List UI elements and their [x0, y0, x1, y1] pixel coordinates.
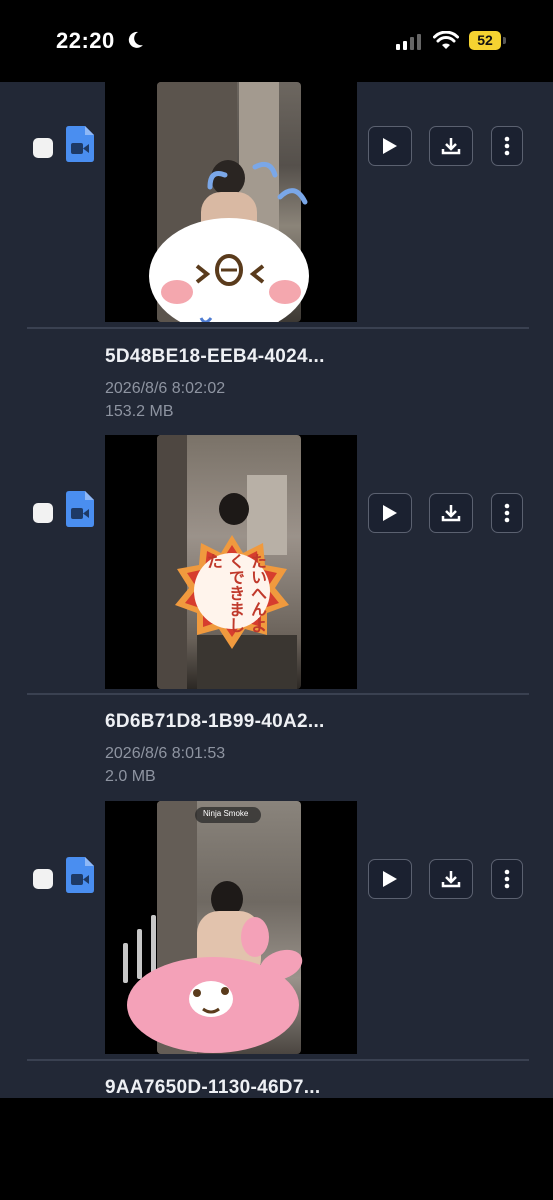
sticker-text: たいへんよくできました — [204, 553, 267, 633]
file-name: 5D48BE18-EEB4-4024... — [105, 346, 325, 367]
download-icon — [441, 138, 461, 155]
download-button[interactable] — [429, 126, 473, 166]
bottom-area — [0, 1098, 553, 1200]
video-thumbnail[interactable]: Ninja Smoke — [105, 801, 357, 1054]
more-options-button[interactable] — [491, 859, 523, 899]
select-checkbox[interactable] — [33, 138, 53, 158]
video-file-icon — [66, 491, 94, 527]
file-name: 9AA7650D-1130-46D7... — [105, 1077, 321, 1098]
pink-rabbit-sticker-icon — [123, 915, 303, 1053]
download-icon — [441, 505, 461, 522]
file-row — [0, 82, 553, 322]
video-file-icon — [66, 126, 94, 162]
file-name: 6D6B71D8-1B99-40A2... — [105, 711, 325, 732]
status-time: 22:20 — [56, 28, 115, 53]
battery-indicator: 52 — [469, 31, 501, 50]
download-button[interactable] — [429, 493, 473, 533]
blue-swirl-decoration-icon — [207, 161, 308, 205]
select-checkbox[interactable] — [33, 869, 53, 889]
file-date: 2026/8/6 8:01:53 — [105, 745, 226, 762]
row-divider — [27, 327, 529, 329]
more-options-button[interactable] — [491, 493, 523, 533]
select-checkbox[interactable] — [33, 503, 53, 523]
more-vertical-icon — [504, 869, 510, 889]
play-icon — [383, 138, 397, 154]
file-list[interactable]: 5D48BE18-EEB4-4024... 2026/8/6 8:02:02 1… — [0, 82, 553, 1098]
row-divider — [27, 1059, 529, 1061]
effect-chip: Ninja Smoke — [203, 809, 249, 818]
download-icon — [441, 871, 461, 888]
play-button[interactable] — [368, 493, 412, 533]
white-blob-face-sticker-icon — [149, 218, 309, 322]
file-size: 2.0 MB — [105, 768, 156, 785]
status-bar: 22:20 52 — [0, 0, 553, 82]
play-button[interactable] — [368, 859, 412, 899]
video-thumbnail[interactable]: たいへんよくできました — [105, 435, 357, 689]
video-thumbnail[interactable] — [105, 82, 357, 322]
more-vertical-icon — [504, 503, 510, 523]
video-file-icon — [66, 857, 94, 893]
cellular-signal-icon — [396, 34, 421, 50]
file-date: 2026/8/6 8:02:02 — [105, 380, 226, 397]
file-size: 153.2 MB — [105, 403, 174, 420]
file-row: たいへんよくできました — [0, 435, 553, 689]
wifi-icon — [433, 31, 459, 49]
play-icon — [383, 871, 397, 887]
battery-tip — [503, 37, 506, 44]
file-row: Ninja Smoke — [0, 801, 553, 1054]
download-button[interactable] — [429, 859, 473, 899]
play-icon — [383, 505, 397, 521]
more-vertical-icon — [504, 136, 510, 156]
moon-icon — [128, 31, 143, 48]
play-button[interactable] — [368, 126, 412, 166]
row-divider — [27, 693, 529, 695]
more-options-button[interactable] — [491, 126, 523, 166]
